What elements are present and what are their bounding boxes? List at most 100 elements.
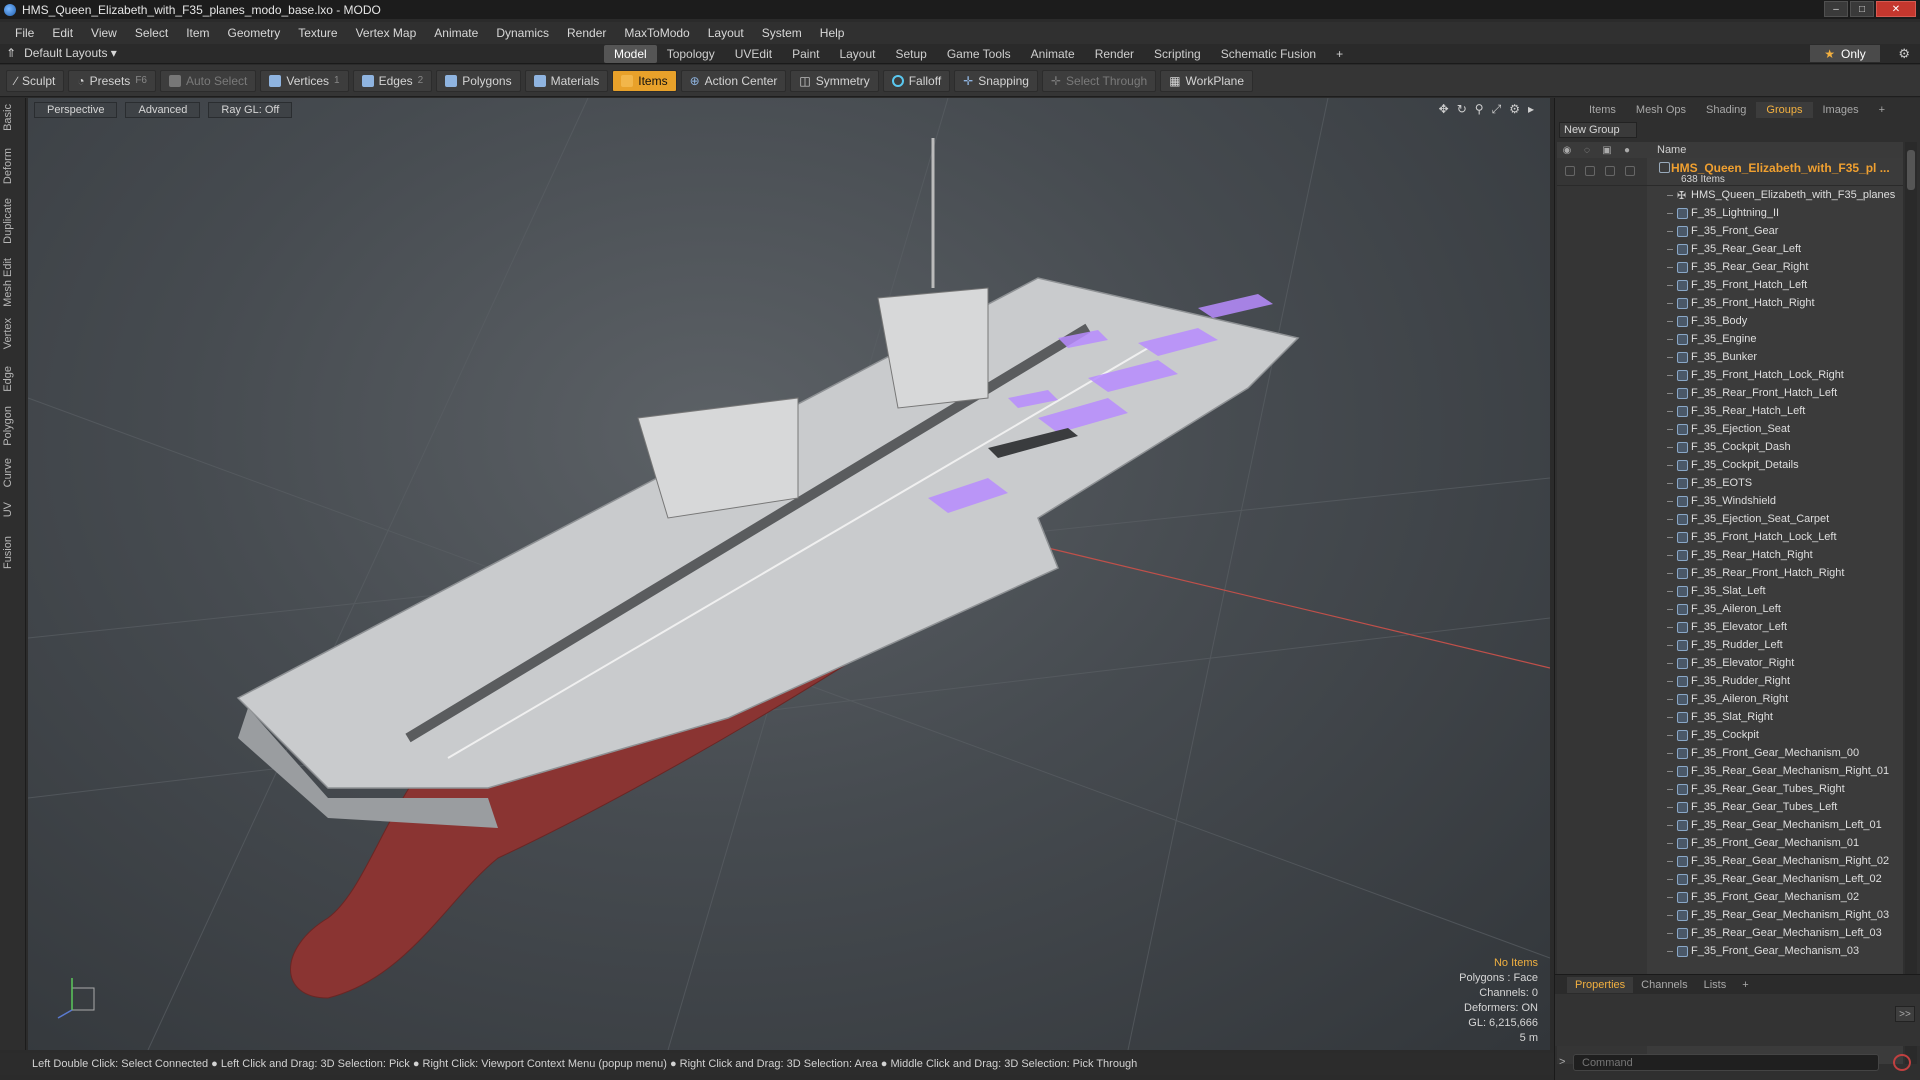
maximize-button[interactable]: □ — [1850, 1, 1874, 17]
tree-row[interactable]: F_35_Rear_Front_Hatch_Left — [1557, 384, 1903, 402]
select-icon[interactable]: ● — [1617, 142, 1637, 158]
tab-groups[interactable]: Groups — [1756, 102, 1813, 118]
sculpt-button[interactable]: ∕ Sculpt — [6, 69, 65, 92]
vtab-vertex[interactable]: Vertex — [2, 318, 24, 349]
menu-texture[interactable]: Texture — [289, 26, 346, 40]
menu-render[interactable]: Render — [558, 26, 615, 40]
tree-row[interactable]: F_35_Front_Hatch_Lock_Right — [1557, 366, 1903, 384]
tab-images[interactable]: Images — [1813, 102, 1869, 118]
groups-tree[interactable]: HMS_Queen_Elizabeth_with_F35_pl ... 638 … — [1557, 158, 1903, 1064]
materials-button[interactable]: Materials — [524, 69, 609, 92]
tree-root-group[interactable]: HMS_Queen_Elizabeth_with_F35_pl ... 638 … — [1557, 158, 1903, 186]
edges-button[interactable]: Edges 2 — [352, 69, 433, 92]
new-group-button[interactable]: New Group — [1559, 122, 1637, 138]
presets-button[interactable]: ◔ Presets F6 — [68, 69, 156, 92]
menu-item[interactable]: Item — [177, 26, 218, 40]
menu-file[interactable]: File — [6, 26, 43, 40]
polygons-button[interactable]: Polygons — [436, 69, 521, 92]
tab-animate[interactable]: Animate — [1021, 45, 1085, 63]
tree-row[interactable]: F_35_Front_Gear_Mechanism_03 — [1557, 942, 1903, 960]
tree-row-locator[interactable]: ✠ HMS_Queen_Elizabeth_with_F35_planes — [1557, 186, 1903, 204]
menu-select[interactable]: Select — [126, 26, 177, 40]
tree-row[interactable]: F_35_Front_Gear_Mechanism_02 — [1557, 888, 1903, 906]
tree-row[interactable]: F_35_Body — [1557, 312, 1903, 330]
tree-row[interactable]: F_35_Aileron_Left — [1557, 600, 1903, 618]
tab-uvedit[interactable]: UVEdit — [725, 45, 782, 63]
tree-row[interactable]: F_35_Cockpit_Dash — [1557, 438, 1903, 456]
tab-mesh-ops[interactable]: Mesh Ops — [1626, 102, 1696, 118]
workplane-button[interactable]: ▦ WorkPlane — [1160, 69, 1254, 92]
tree-row[interactable]: F_35_Ejection_Seat_Carpet — [1557, 510, 1903, 528]
tree-row[interactable]: F_35_Rear_Gear_Mechanism_Right_03 — [1557, 906, 1903, 924]
fit-icon[interactable]: ⤢ — [1492, 102, 1502, 117]
tab-scripting[interactable]: Scripting — [1144, 45, 1211, 63]
view-perspective-button[interactable]: Perspective — [34, 102, 118, 118]
menu-dynamics[interactable]: Dynamics — [487, 26, 558, 40]
vtab-basic[interactable]: Basic — [2, 104, 24, 131]
expand-button[interactable]: >> — [1895, 1006, 1915, 1022]
shading-advanced-button[interactable]: Advanced — [125, 102, 201, 118]
tree-row[interactable]: F_35_Rear_Hatch_Left — [1557, 402, 1903, 420]
command-input[interactable] — [1573, 1054, 1879, 1071]
tree-row[interactable]: F_35_Windshield — [1557, 492, 1903, 510]
menu-vertex-map[interactable]: Vertex Map — [347, 26, 426, 40]
tab-paint[interactable]: Paint — [782, 45, 829, 63]
zoom-icon[interactable]: ⚲ — [1475, 102, 1484, 117]
tree-row[interactable]: F_35_EOTS — [1557, 474, 1903, 492]
menu-help[interactable]: Help — [811, 26, 854, 40]
tree-row[interactable]: F_35_Rear_Gear_Tubes_Right — [1557, 780, 1903, 798]
tree-row[interactable]: F_35_Rear_Gear_Tubes_Left — [1557, 798, 1903, 816]
lock-icon[interactable]: ▣ — [1597, 142, 1617, 158]
layouts-collapse-icon[interactable]: ⇑ — [6, 46, 16, 60]
tree-row[interactable]: F_35_Rear_Gear_Mechanism_Left_01 — [1557, 816, 1903, 834]
vtab-edge[interactable]: Edge — [2, 366, 24, 392]
tree-row[interactable]: F_35_Rear_Gear_Mechanism_Left_03 — [1557, 924, 1903, 942]
tab-layout[interactable]: Layout — [829, 45, 885, 63]
menu-layout[interactable]: Layout — [699, 26, 753, 40]
menu-animate[interactable]: Animate — [425, 26, 487, 40]
only-button[interactable]: ★ Only — [1810, 45, 1880, 62]
gear-icon[interactable]: ⚙ — [1898, 46, 1910, 62]
tree-row[interactable]: F_35_Rear_Front_Hatch_Right — [1557, 564, 1903, 582]
tree-row[interactable]: F_35_Cockpit — [1557, 726, 1903, 744]
close-button[interactable]: ✕ — [1876, 1, 1916, 17]
carrier-scene[interactable] — [28, 98, 1550, 1050]
3d-viewport[interactable]: Perspective Advanced Ray GL: Off ✥ ↻ ⚲ ⤢… — [28, 98, 1550, 1050]
vtab-fusion[interactable]: Fusion — [2, 536, 24, 569]
tree-row[interactable]: F_35_Rear_Gear_Left — [1557, 240, 1903, 258]
tree-row[interactable]: F_35_Cockpit_Details — [1557, 456, 1903, 474]
vertices-button[interactable]: Vertices 1 — [260, 69, 349, 92]
falloff-button[interactable]: Falloff — [882, 69, 951, 92]
tab-game-tools[interactable]: Game Tools — [937, 45, 1021, 63]
tab-channels[interactable]: Channels — [1633, 977, 1695, 993]
tree-row[interactable]: F_35_Rear_Hatch_Right — [1557, 546, 1903, 564]
tab-model[interactable]: Model — [604, 45, 657, 63]
add-tab-button[interactable]: + — [1326, 45, 1353, 63]
viewport-gear-icon[interactable]: ⚙ — [1509, 102, 1520, 117]
tab-schematic-fusion[interactable]: Schematic Fusion — [1211, 45, 1326, 63]
tree-row[interactable]: F_35_Rudder_Right — [1557, 672, 1903, 690]
tree-row[interactable]: F_35_Engine — [1557, 330, 1903, 348]
rotate-icon[interactable]: ↻ — [1457, 102, 1467, 117]
tree-row[interactable]: F_35_Rear_Gear_Right — [1557, 258, 1903, 276]
tree-row[interactable]: F_35_Front_Hatch_Left — [1557, 276, 1903, 294]
vtab-mesh-edit[interactable]: Mesh Edit — [2, 258, 24, 307]
vtab-polygon[interactable]: Polygon — [2, 406, 24, 446]
render-icon[interactable]: ◌ — [1577, 142, 1597, 158]
expand-arrow-icon[interactable]: ▸ — [1528, 102, 1534, 117]
tree-row[interactable]: F_35_Rudder_Left — [1557, 636, 1903, 654]
tab-lists[interactable]: Lists — [1696, 977, 1735, 993]
items-button[interactable]: Items — [612, 69, 677, 92]
tree-row[interactable]: F_35_Front_Gear — [1557, 222, 1903, 240]
tab-items[interactable]: Items — [1579, 102, 1626, 118]
add-panel-tab-button[interactable]: + — [1869, 102, 1895, 118]
tree-row[interactable]: F_35_Slat_Left — [1557, 582, 1903, 600]
menu-view[interactable]: View — [82, 26, 126, 40]
add-properties-tab-button[interactable]: + — [1734, 977, 1756, 993]
tab-topology[interactable]: Topology — [657, 45, 725, 63]
snapping-button[interactable]: ✛ Snapping — [954, 69, 1038, 92]
layouts-dropdown[interactable]: ⇑ Default Layouts ▾ — [6, 46, 117, 60]
tree-scrollbar[interactable] — [1905, 142, 1917, 1064]
tree-row[interactable]: F_35_Ejection_Seat — [1557, 420, 1903, 438]
tree-row[interactable]: F_35_Rear_Gear_Mechanism_Right_02 — [1557, 852, 1903, 870]
